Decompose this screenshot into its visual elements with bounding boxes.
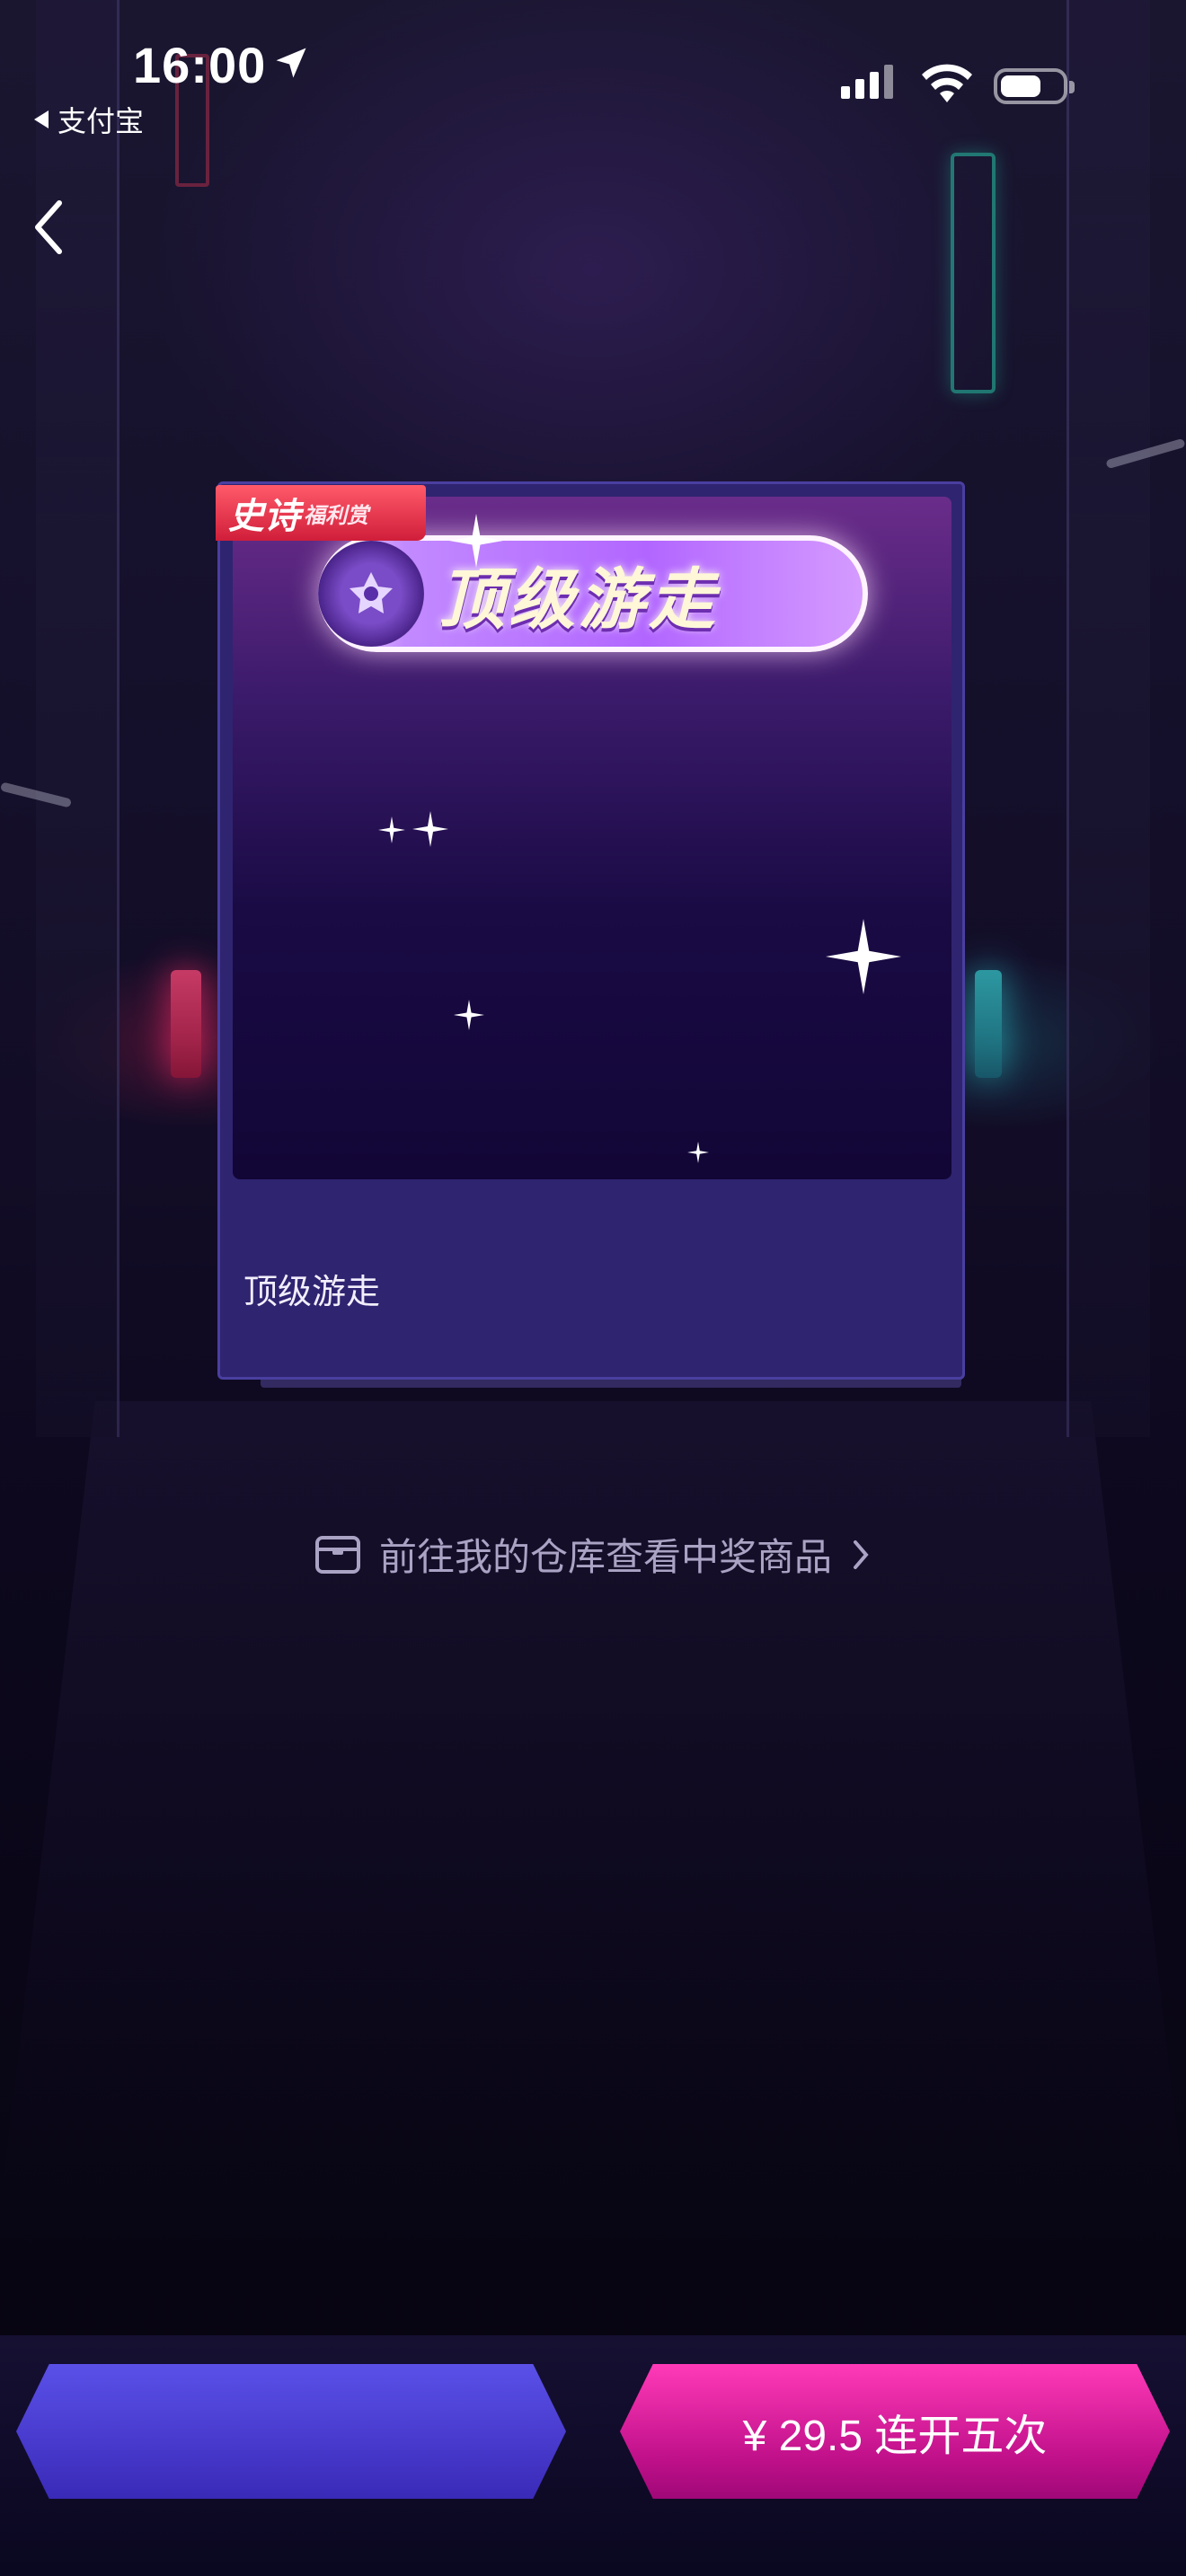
prize-name: 顶级游走: [243, 1274, 381, 1311]
back-app-label: 支付宝: [58, 105, 145, 137]
sparkle-icon: [449, 514, 503, 568]
cellular-signal-icon: [841, 65, 893, 99]
sparkle-icon: [687, 1142, 709, 1163]
rarity-badge: 史诗 福利赏: [216, 485, 426, 541]
back-chevron-icon[interactable]: [27, 196, 72, 259]
neon-light-cyan: [975, 970, 1002, 1078]
open-five-times-button[interactable]: ¥ 29.5 连开五次: [620, 2364, 1170, 2499]
battery-icon: [994, 68, 1075, 104]
right-pillar: [1067, 0, 1150, 1437]
sparkle-icon: [412, 811, 448, 847]
sparkle-icon: [826, 919, 901, 994]
rarity-badge-main: 史诗: [228, 497, 300, 536]
sparkle-icon: [378, 816, 405, 843]
status-time: 16:00: [133, 37, 267, 93]
location-arrow-icon: [276, 48, 306, 78]
chevron-right-icon: [854, 1539, 869, 1569]
wifi-icon: [922, 64, 972, 102]
view-warehouse-text: 前往我的仓库查看中奖商品: [378, 1536, 832, 1578]
sparkle-icon: [454, 1000, 484, 1030]
neon-sign-right: [951, 153, 996, 393]
box-icon: [314, 1535, 360, 1574]
view-warehouse-link[interactable]: 前往我的仓库查看中奖商品: [0, 1527, 1186, 1582]
rarity-badge-sub: 福利赏: [304, 503, 368, 528]
back-triangle-icon: [34, 110, 49, 128]
secondary-action-button[interactable]: [16, 2364, 566, 2499]
back-to-app-link[interactable]: 支付宝: [34, 99, 144, 140]
floor-glow: [0, 1401, 1186, 2210]
prize-title-plate: 顶级游走: [318, 535, 868, 652]
emblem-icon: [318, 541, 424, 647]
neon-light-red: [171, 970, 201, 1078]
